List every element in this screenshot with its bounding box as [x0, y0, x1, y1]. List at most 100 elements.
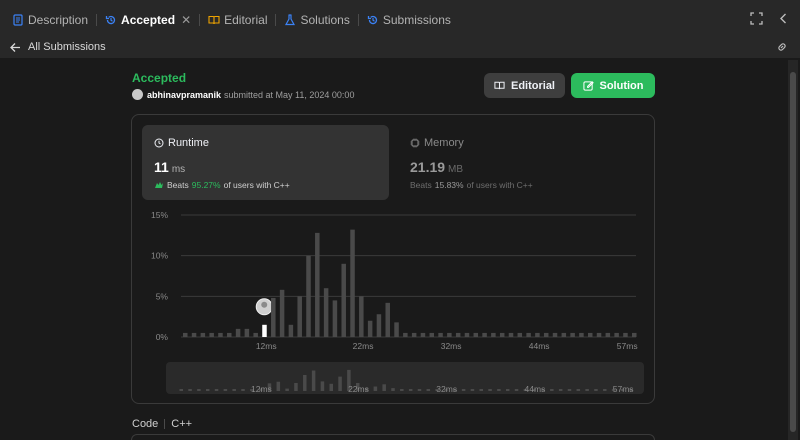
mini-bar: [514, 389, 519, 391]
chart-bar: [209, 332, 214, 337]
book-icon: [494, 81, 505, 90]
slider-track: [166, 362, 644, 394]
chevron-left-icon[interactable]: [777, 12, 790, 25]
mini-bar: [329, 383, 333, 391]
tab-divider: [199, 13, 201, 26]
fullscreen-icon[interactable]: [750, 12, 763, 25]
memory-beats: Beats 15.83% of users with C++: [410, 180, 533, 190]
memory-value: 21.19 MB: [410, 159, 463, 175]
close-icon[interactable]: ✕: [181, 13, 191, 27]
chart-bar: [517, 332, 523, 337]
chart-bar: [535, 332, 540, 337]
mini-bar: [505, 389, 510, 391]
back-link[interactable]: All Submissions: [0, 36, 800, 58]
beats-prefix: Beats: [410, 180, 432, 190]
runtime-value: 11 ms: [154, 159, 185, 175]
memory-title: Memory: [410, 137, 464, 149]
chart-range-slider[interactable]: 12ms 22ms 32ms 44ms 57ms: [166, 362, 644, 394]
tab-editorial[interactable]: Editorial: [204, 0, 271, 40]
chart-bar: [279, 289, 285, 337]
chart-bar: [323, 288, 329, 337]
chart-bar: [614, 332, 619, 337]
scrollbar-thumb[interactable]: [790, 72, 796, 432]
y-tick-label: 15%: [151, 210, 168, 220]
tab-label: Submissions: [382, 12, 451, 27]
chart-bar: [341, 263, 346, 337]
mini-bar: [550, 389, 554, 391]
chart-bar: [244, 328, 250, 337]
chart-bar: [552, 332, 558, 337]
mini-bar: [603, 389, 607, 391]
submission-author: abhinavpramanik submitted at May 11, 202…: [132, 89, 354, 100]
mini-bar: [373, 386, 378, 391]
mini-bar: [576, 389, 581, 391]
memory-unit: MB: [448, 164, 464, 175]
chart-bar: [367, 320, 373, 337]
chart-bar: [570, 332, 575, 337]
mini-bar: [558, 389, 563, 391]
code-language: C++: [171, 418, 193, 430]
chart-bar: [473, 332, 479, 337]
chart-bar: [526, 332, 531, 337]
tab-divider: [96, 13, 98, 26]
submitted-text: submitted at May 11, 2024 00:00: [224, 89, 355, 100]
runtime-distribution-chart[interactable]: 15% 10% 5% 0% 12ms 22ms 32ms 44ms 57ms: [131, 205, 655, 355]
mini-bar: [223, 389, 228, 391]
tab-solutions[interactable]: Solutions: [280, 0, 353, 40]
history-icon: [105, 15, 116, 24]
history-icon: [367, 15, 377, 24]
tab-label: Accepted: [121, 12, 176, 27]
tab-label: Editorial: [224, 12, 268, 27]
chart-bar: [561, 332, 567, 337]
memory-title-label: Memory: [424, 137, 464, 149]
x-tick-label: 32ms: [441, 341, 462, 351]
mini-bar: [320, 381, 325, 391]
chart-bar: [332, 300, 338, 337]
beats-percent: 15.83%: [434, 180, 464, 190]
mini-bar: [470, 389, 475, 391]
chart-bar: [183, 332, 188, 337]
x-tick-label: 22ms: [353, 341, 374, 351]
arrow-left-icon: [10, 42, 20, 52]
chart-bar: [394, 322, 399, 337]
memory-card[interactable]: Memory 21.19 MB Beats 15.83% of users wit…: [398, 125, 645, 200]
y-tick-label: 5%: [156, 291, 169, 301]
chart-bar: [464, 332, 470, 337]
code-block: [131, 434, 655, 440]
mini-bar: [214, 389, 219, 391]
tab-divider: [357, 13, 359, 26]
chart-bar: [543, 332, 549, 337]
mini-tick-label: 12ms: [251, 384, 272, 394]
mini-bar: [382, 384, 386, 391]
highlight-bar: [262, 324, 267, 337]
mini-bar: [461, 389, 466, 391]
editorial-button-label: Editorial: [510, 79, 555, 92]
link-icon[interactable]: [776, 41, 788, 56]
tab-description[interactable]: Description: [8, 0, 92, 40]
mini-bar: [426, 389, 431, 391]
mini-bar: [391, 388, 395, 391]
x-tick-label: 44ms: [529, 341, 550, 351]
editorial-button[interactable]: Editorial: [484, 73, 565, 98]
solution-button[interactable]: Solution: [571, 73, 655, 98]
chart-bar: [315, 232, 320, 337]
username[interactable]: abhinavpramanik: [147, 90, 221, 100]
x-tick-label: 12ms: [256, 341, 277, 351]
chart-bar: [420, 332, 426, 337]
tab-divider: [275, 13, 277, 26]
tab-accepted[interactable]: Accepted ✕: [101, 0, 195, 40]
chart-bar: [191, 332, 197, 337]
chart-bar: [447, 332, 452, 337]
runtime-title: Runtime: [154, 137, 209, 149]
mini-tick-label: 32ms: [436, 384, 457, 394]
mini-bar: [294, 383, 298, 391]
x-tick-label: 57ms: [617, 341, 638, 351]
chart-bar: [508, 332, 514, 337]
mini-bar: [232, 389, 236, 391]
submission-status: Accepted: [132, 71, 187, 85]
chart-bar: [200, 332, 206, 337]
avatar[interactable]: [132, 89, 143, 100]
scrollbar[interactable]: [788, 60, 798, 440]
tab-submissions[interactable]: Submissions: [363, 0, 455, 40]
runtime-card[interactable]: Runtime 11 ms Beats 95.27% of users with …: [142, 125, 389, 200]
